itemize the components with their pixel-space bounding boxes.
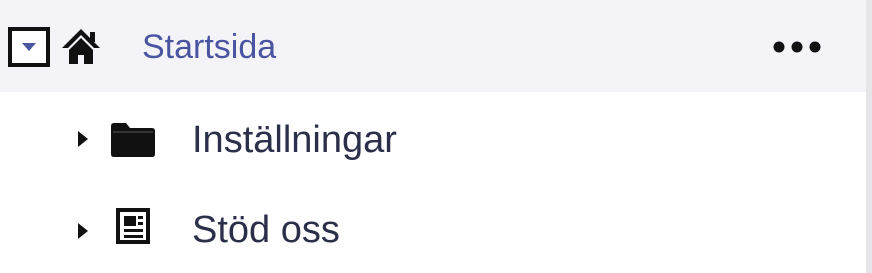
tree-item-label[interactable]: Stöd oss (192, 208, 340, 252)
folder-icon (111, 123, 155, 157)
page-tree: Startsida Inställningar Stöd oss (0, 0, 872, 273)
newspaper-icon (116, 208, 150, 244)
tree-item-label[interactable]: Startsida (142, 27, 276, 67)
tree-row-installningar[interactable]: Inställningar (0, 92, 866, 184)
tree-row-startsida[interactable]: Startsida (0, 0, 866, 92)
caret-down-icon (22, 43, 36, 51)
expand-toggle-button[interactable] (8, 27, 50, 67)
tree-row-stod-oss[interactable]: Stöd oss (0, 184, 866, 273)
caret-right-icon[interactable] (76, 130, 90, 148)
tree-item-label[interactable]: Inställningar (192, 118, 397, 162)
more-options-button[interactable] (770, 32, 824, 62)
more-horizontal-icon (773, 41, 821, 53)
home-icon (62, 29, 100, 64)
caret-right-icon[interactable] (76, 222, 90, 240)
panel-border (866, 0, 872, 273)
